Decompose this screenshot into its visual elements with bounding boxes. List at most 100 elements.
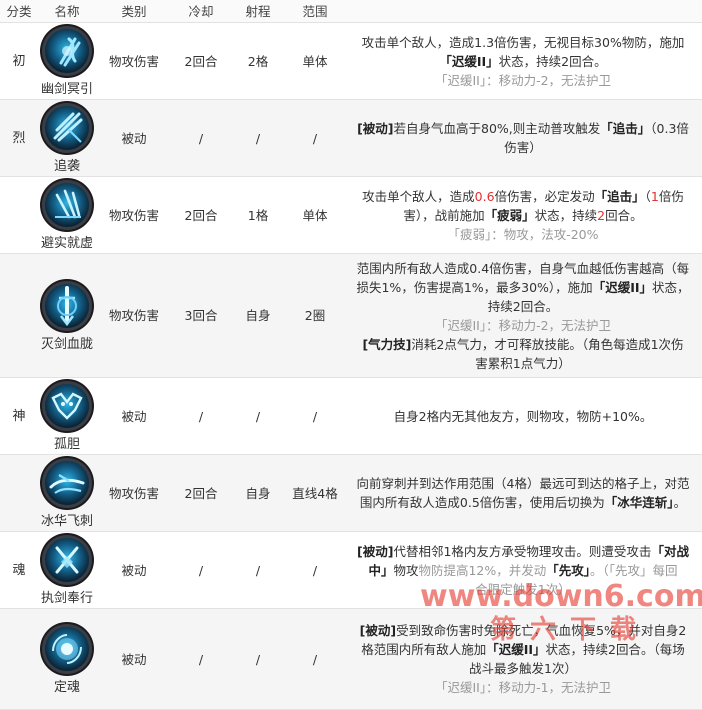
description-text: 「迟缓II」：移动力-1，无法护卫	[434, 680, 612, 695]
description-line: 持续2回合。	[344, 297, 702, 316]
description-line: [被动]代替相邻1格内友方承受物理攻击。则遭受攻击「对战	[344, 542, 702, 561]
description-text: 回合。	[605, 207, 643, 223]
header-type: 类别	[96, 0, 172, 23]
skill-category	[0, 454, 38, 532]
description-line: 害累积1点气力）	[344, 354, 702, 373]
description-text: 。	[673, 495, 687, 510]
skill-description: [被动]受到致命伤害时免除死亡，气血恢复5%，并对自身2 格范围内所有敌人施加「迟…	[344, 608, 702, 710]
skill-cooldown: /	[172, 99, 230, 177]
skill-category: 魂	[0, 531, 38, 609]
skill-range: 2格	[230, 22, 286, 100]
skill-scope: /	[286, 531, 344, 609]
description-text: 「迟缓II」：移动力-2，无法护卫	[434, 317, 612, 333]
description-text: 「冰华连斩」	[604, 495, 674, 510]
table-row: 初 幽剑冥引 物攻伤害 2回合 2格 单体 攻击单个敌人，造成1.3倍伤害，无视…	[0, 22, 702, 100]
description-text: 2	[597, 207, 606, 223]
skill-type: 被动	[96, 377, 172, 455]
description-line: [气力技]消耗2点气力，才可释放技能。（角色每造成1次伤	[344, 335, 702, 354]
table-row: 灭剑血胧 物攻伤害 3回合 自身 2圈 范围内所有敌人造成0.4倍伤害，自身气血…	[0, 253, 702, 378]
description-text: 「迟缓II」	[592, 279, 652, 295]
skill-cooldown: 2回合	[172, 454, 230, 532]
skill-type: 被动	[96, 99, 172, 177]
skill-name: 执剑奉行	[40, 591, 93, 606]
skill-category	[0, 176, 38, 254]
description-text: 「迟缓II」：移动力-2，无法护卫	[434, 72, 612, 88]
skill-name-cell: 孤胆	[38, 377, 96, 455]
description-text: 。（「先攻」每回	[590, 562, 678, 578]
header-scope: 范围	[286, 0, 344, 23]
description-text: 0.6	[474, 188, 495, 204]
description-text: 消耗2点气力，才可释放技能。（角色每造成1次伤	[411, 336, 684, 352]
description-text: 状态，持续	[534, 207, 598, 223]
pursuit-icon	[39, 100, 95, 156]
description-line: 「迟缓II」状态，持续2回合。	[344, 52, 702, 71]
skill-range: /	[230, 531, 286, 609]
description-text: 「追击」	[594, 188, 645, 204]
skill-description: [被动]若自身气血高于80%,则主动普攻触发「追击」（0.3倍 伤害）	[344, 99, 702, 177]
skill-name: 追袭	[53, 159, 80, 174]
description-text: 害累积1点气力）	[475, 355, 571, 371]
header-name: 名称	[38, 0, 96, 23]
skill-name-cell: 冰华飞刺	[38, 454, 96, 532]
description-line: 「迟缓II」：移动力-2，无法护卫	[344, 316, 702, 335]
description-text: 状态，持续2回合。	[498, 53, 607, 69]
skill-range: /	[230, 608, 286, 710]
table-header-row: 分类 名称 类别 冷却 射程 范围	[0, 0, 702, 23]
blood-sword-icon	[39, 278, 95, 334]
description-text: 攻击单个敌人，造成1.3倍伤害，无视目标30%物防，施加	[361, 34, 685, 50]
lone-courage-icon	[39, 378, 95, 434]
skill-category: 烈	[0, 99, 38, 177]
skill-type: 物攻伤害	[96, 253, 172, 378]
skill-cooldown: /	[172, 377, 230, 455]
description-line: 合限定触发1次）	[344, 580, 702, 599]
skill-name-cell: 执剑奉行	[38, 531, 96, 609]
skill-scope: 单体	[286, 22, 344, 100]
skill-name-cell: 幽剑冥引	[38, 22, 96, 100]
skill-description: 范围内所有敌人造成0.4倍伤害，自身气血越低伤害越高（每 损失1%，伤害提高1%，…	[344, 253, 702, 378]
skill-name: 幽剑冥引	[40, 82, 93, 97]
description-text: 害），战前施加	[403, 207, 485, 223]
skill-scope: 单体	[286, 176, 344, 254]
description-line: 自身2格内无其他友方，则物攻，物防+10%。	[344, 407, 702, 426]
description-text: 「疲弱」：物攻，法攻-20%	[447, 226, 599, 242]
description-text: 「追击」	[600, 121, 651, 136]
description-text: 1	[650, 188, 659, 204]
skill-category	[0, 608, 38, 710]
skill-name: 避实就虚	[40, 236, 93, 251]
skill-scope: /	[286, 99, 344, 177]
description-line: 攻击单个敌人，造成1.3倍伤害，无视目标30%物防，施加	[344, 33, 702, 52]
description-text: 状态，	[652, 279, 690, 295]
skill-name: 灭剑血胧	[40, 336, 93, 352]
description-line: [被动]若自身气血高于80%,则主动普攻触发「追击」（0.3倍	[344, 119, 702, 138]
skill-scope: 2圈	[286, 253, 344, 378]
description-text: 「迟缓II」	[439, 53, 499, 69]
description-text: 范围内所有敌人造成0.4倍伤害，自身气血越低伤害越高（每	[356, 260, 690, 276]
description-text: 攻击单个敌人，造成	[362, 188, 475, 204]
skill-name-cell: 灭剑血胧	[38, 253, 96, 378]
skill-type: 物攻伤害	[96, 22, 172, 100]
skill-scope: /	[286, 377, 344, 455]
description-text: 倍伤害，必定发动	[494, 188, 595, 204]
skill-cooldown: 2回合	[172, 176, 230, 254]
description-text: 自身2格内无其他友方，则物攻，物防+10%。	[393, 408, 653, 424]
description-line: 围内所有敌人造成0.5倍伤害，使用后切换为「冰华连斩」。	[344, 493, 702, 512]
description-line: 「迟缓II」：移动力-2，无法护卫	[344, 71, 702, 90]
skill-table: 分类 名称 类别 冷却 射程 范围 初 幽剑冥引 物攻伤害 2回合 2格 单体 …	[0, 0, 702, 710]
description-text: [被动]	[357, 543, 394, 559]
skill-table-body: 初 幽剑冥引 物攻伤害 2回合 2格 单体 攻击单个敌人，造成1.3倍伤害，无视…	[0, 22, 702, 710]
description-line: 攻击单个敌人，造成0.6倍伤害，必定发动「追击」（1倍伤	[344, 187, 702, 206]
skill-type: 被动	[96, 608, 172, 710]
description-text: 「迟缓II」	[486, 642, 546, 657]
description-line: 向前穿刺并到达作用范围（4格）最远可到达的格子上，对范	[344, 474, 702, 493]
sword-guard-icon	[39, 532, 95, 588]
description-text: 损失1%，伤害提高1%，最多30%），施加	[356, 279, 593, 295]
skill-description: [被动]代替相邻1格内友方承受物理攻击。则遭受攻击「对战 中」物攻物防提高12%，…	[344, 531, 702, 609]
skill-name-cell: 定魂	[38, 608, 96, 710]
skill-name-cell: 追袭	[38, 99, 96, 177]
skill-name: 定魂	[53, 680, 80, 695]
skill-scope: /	[286, 608, 344, 710]
skill-category: 神	[0, 377, 38, 455]
description-text: 物防提高12%，并发动	[418, 562, 547, 578]
skill-range: /	[230, 377, 286, 455]
description-line: 范围内所有敌人造成0.4倍伤害，自身气血越低伤害越高（每	[344, 259, 702, 278]
